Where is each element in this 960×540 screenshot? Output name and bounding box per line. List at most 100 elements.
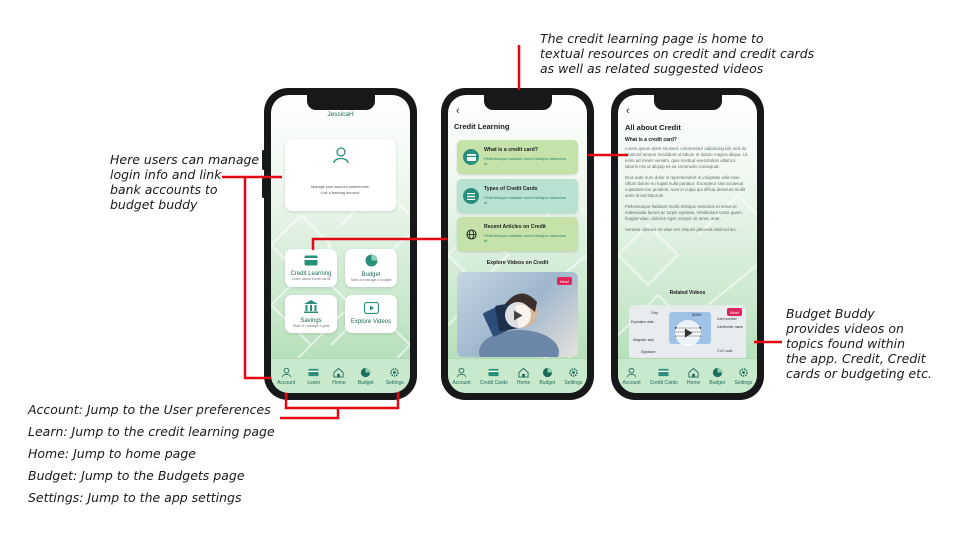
card-subtitle: Pellentesque habitant morbi tristique se… xyxy=(484,233,566,243)
nav-account[interactable]: Account xyxy=(277,367,295,386)
play-icon xyxy=(514,310,523,320)
nav-learn[interactable]: Learn xyxy=(307,367,320,386)
play-button[interactable] xyxy=(675,320,701,346)
annotation-line: The credit learning page is home to xyxy=(540,31,764,46)
pie-chart-icon xyxy=(712,367,722,377)
nav-settings[interactable]: Settings xyxy=(564,367,582,386)
nav-account[interactable]: Account xyxy=(453,367,471,386)
tile-savings[interactable]: Savings Start or manage a goal xyxy=(285,295,337,333)
nav-budget[interactable]: Budget xyxy=(539,367,555,386)
annotation-line: login info and link xyxy=(110,167,222,182)
home-icon xyxy=(333,367,344,378)
annotation-line: provides videos on xyxy=(786,321,904,336)
nav-label: Budget xyxy=(357,379,374,386)
credit-card-icon xyxy=(488,368,499,376)
card-title: Recent Articles on Credit xyxy=(484,224,546,230)
user-icon xyxy=(332,147,349,164)
nav-account[interactable]: Account xyxy=(623,367,641,386)
nav-settings[interactable]: Settings xyxy=(734,367,752,386)
article-body: Lorem ipsum dolor sit amet, consectetur … xyxy=(625,146,749,233)
pie-chart-icon xyxy=(542,367,552,377)
article-paragraph: Aenean ultricies mi vitae est. Mauris pl… xyxy=(625,227,738,232)
phone-credit-learning: ‹ Credit Learning What is a credit card?… xyxy=(441,88,594,400)
user-icon xyxy=(456,367,467,377)
nav-label: Credit Cards xyxy=(479,379,508,386)
card-recent-articles[interactable]: Recent Articles on Credit Pellentesque h… xyxy=(457,217,578,251)
nav-label: Home xyxy=(332,379,346,386)
nav-home[interactable]: Home xyxy=(517,367,530,386)
legend-home: Home: Jump to home page xyxy=(28,446,196,461)
profile-card[interactable]: Manage your account preferences. Link a … xyxy=(285,139,396,211)
tile-title: Explore Videos xyxy=(350,319,392,325)
legend-learn: Learn: Jump to the credit learning page xyxy=(28,424,275,439)
article-screen: ‹ All about Credit What is a credit card… xyxy=(618,95,757,393)
article-paragraph: Duis aute irure dolor in reprehenderit i… xyxy=(625,175,746,198)
annotation-line: as well as related suggested videos xyxy=(540,61,764,76)
related-videos-heading: Related Videos xyxy=(669,290,706,296)
home-screen: JessicaH Manage your account preferences… xyxy=(271,95,410,393)
tile-subtitle: Start or manage a goal xyxy=(292,324,330,328)
card-subtitle: Pellentesque habitant morbi tristique se… xyxy=(484,195,566,205)
page-title: All about Credit xyxy=(625,123,681,132)
new-badge: New! xyxy=(726,308,742,316)
videos-heading: Explore Videos on Credit xyxy=(486,260,549,266)
annotation-videos: Budget Buddy provides videos on topics f… xyxy=(786,306,932,381)
nav-label: Home xyxy=(686,379,701,386)
nav-home[interactable]: Home xyxy=(332,367,346,386)
tile-explore-videos[interactable]: Explore Videos xyxy=(345,295,397,333)
legend-settings: Settings: Jump to the app settings xyxy=(28,490,242,505)
bank-icon xyxy=(304,300,318,313)
username: JessicaH xyxy=(327,111,354,118)
back-button[interactable]: ‹ xyxy=(626,105,630,117)
nav-settings[interactable]: Settings xyxy=(386,367,404,386)
tile-subtitle: Start or manage a budget xyxy=(350,278,392,282)
annotation-line: the app. Credit, Credit xyxy=(786,351,926,366)
nav-label: Settings xyxy=(734,379,753,386)
annotation-line: budget buddy xyxy=(110,197,198,212)
nav-budget[interactable]: Budget xyxy=(358,367,374,386)
card-what-is-credit-card[interactable]: What is a credit card? Pellentesque habi… xyxy=(457,140,578,174)
nav-label: Settings xyxy=(385,379,404,386)
annotation-line: topics found within xyxy=(786,336,906,351)
nav-label: Credit Cards xyxy=(649,379,678,386)
annotation-line: textual resources on credit and credit c… xyxy=(540,46,815,61)
nav-credit-cards[interactable]: Credit Cards xyxy=(480,367,508,386)
article-subtitle: What is a credit card? xyxy=(625,137,677,143)
home-icon xyxy=(688,367,699,378)
diagram-label: Expiration date xyxy=(631,320,654,324)
annotation-line: Here users can manage xyxy=(110,152,260,167)
list-icon xyxy=(463,188,479,204)
home-icon xyxy=(518,367,529,378)
nav-label: Budget xyxy=(709,379,726,386)
play-button[interactable] xyxy=(505,302,531,328)
diagram-label: CVC code xyxy=(717,349,733,353)
card-title: Types of Credit Cards xyxy=(484,186,538,192)
related-video-thumbnail[interactable]: Chip Expiration date Magnetic strip Sign… xyxy=(629,305,746,361)
nav-home[interactable]: Home xyxy=(687,367,700,386)
nav-label: Home xyxy=(516,379,531,386)
user-icon xyxy=(281,367,291,377)
credit-card-icon xyxy=(304,255,318,266)
new-badge: New! xyxy=(556,277,572,285)
legend-account: Account: Jump to the User preferences xyxy=(28,402,271,417)
annotation-credit-learning: The credit learning page is home to text… xyxy=(540,31,814,76)
diagram-label: Cardholder name xyxy=(717,325,744,329)
nav-label: Account xyxy=(452,379,471,386)
nav-budget[interactable]: Budget xyxy=(709,367,725,386)
video-thumbnail[interactable]: New! xyxy=(457,272,578,357)
bottom-nav: Account Learn Home Budget Settings xyxy=(271,358,410,393)
nav-credit-cards[interactable]: Credit Cards xyxy=(650,367,678,386)
nav-label: Settings xyxy=(564,379,583,386)
card-types-of-credit-cards[interactable]: Types of Credit Cards Pellentesque habit… xyxy=(457,179,578,213)
gear-icon xyxy=(569,367,578,377)
back-button[interactable]: ‹ xyxy=(456,105,460,117)
tile-credit-learning[interactable]: Credit Learning Learn about credit cards xyxy=(285,249,337,287)
annotation-line: cards or budgeting etc. xyxy=(786,366,932,381)
pie-chart-icon xyxy=(365,254,377,267)
globe-icon xyxy=(463,226,479,242)
article-paragraph: Lorem ipsum dolor sit amet, consectetur … xyxy=(625,146,748,169)
annotation-manage-account: Here users can manage login info and lin… xyxy=(110,152,259,212)
phone-home: JessicaH Manage your account preferences… xyxy=(264,88,417,400)
card-subtitle: Pellentesque habitant morbi tristique se… xyxy=(484,156,566,166)
tile-budget[interactable]: Budget Start or manage a budget xyxy=(345,249,397,287)
